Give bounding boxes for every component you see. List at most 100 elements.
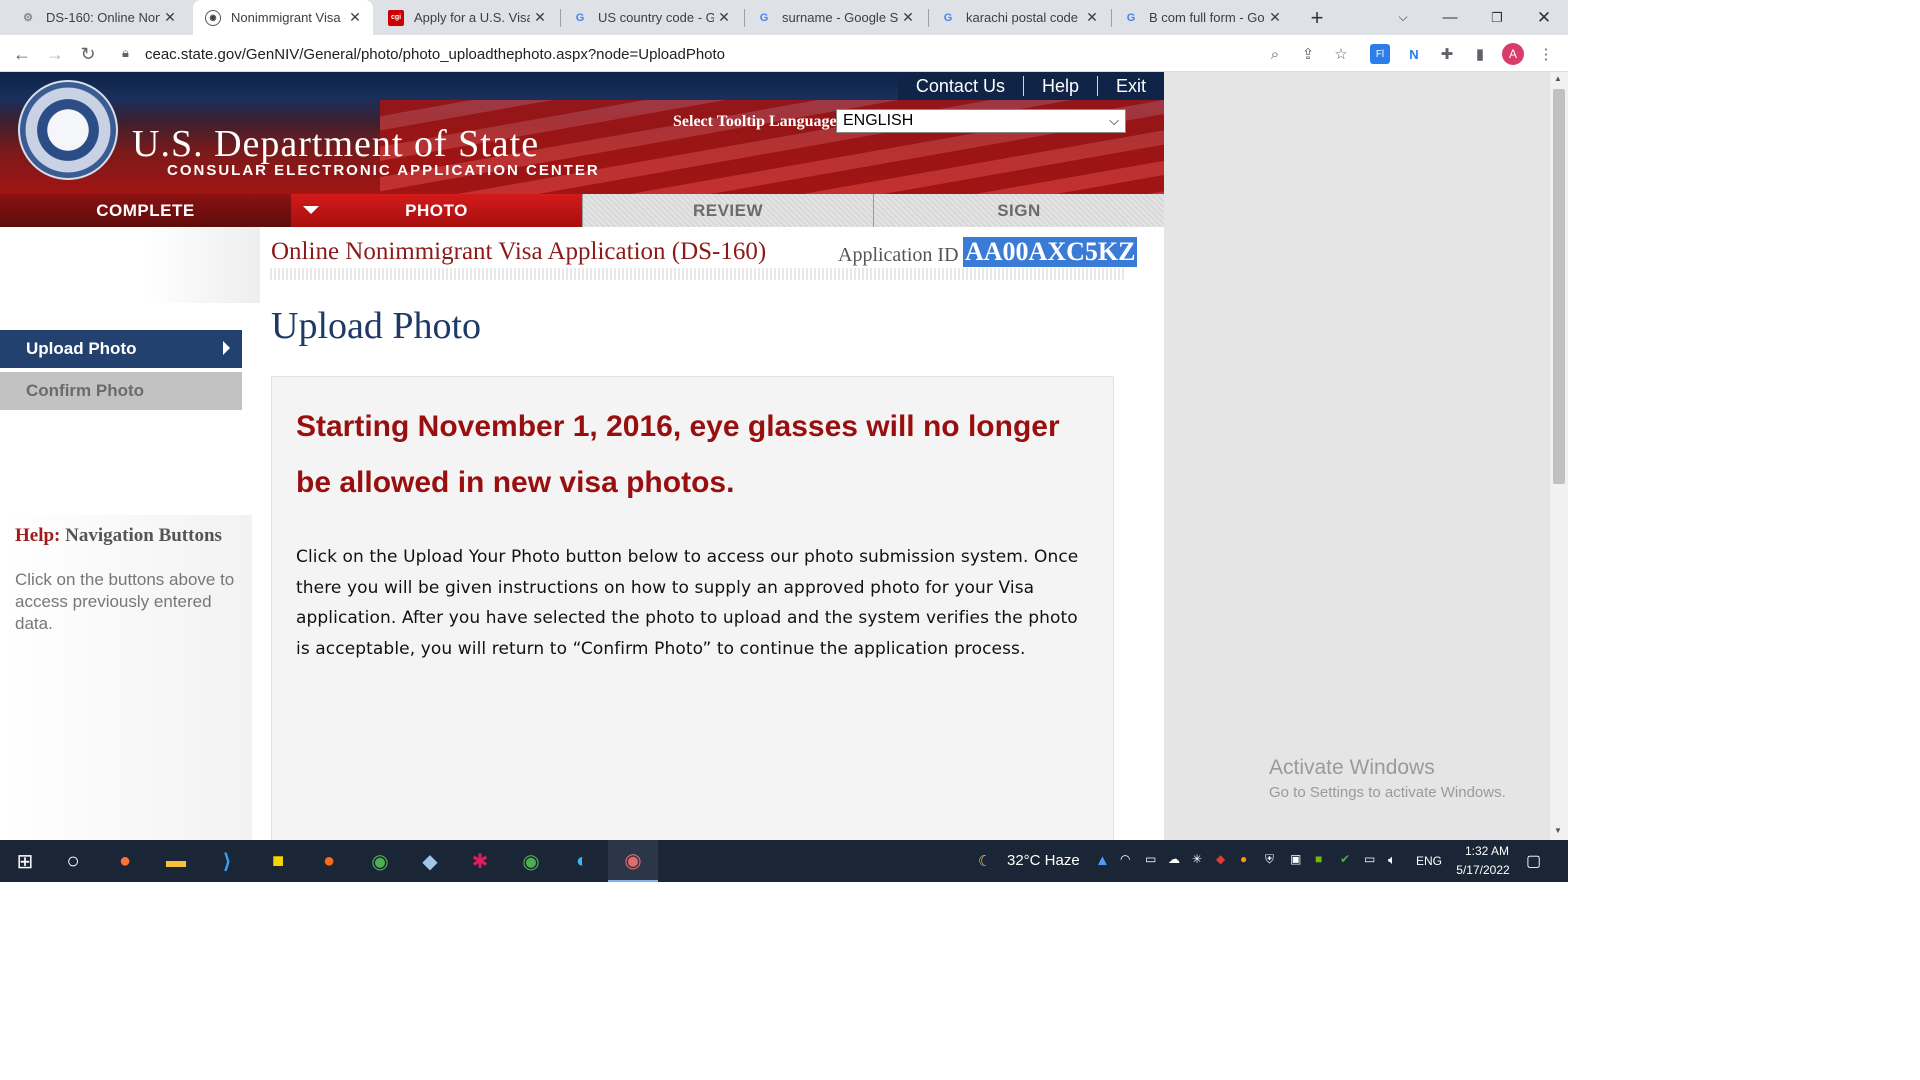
reload-icon[interactable]: ↻ bbox=[75, 41, 101, 67]
browser-tab[interactable]: G US country code - Go ✕ bbox=[562, 0, 742, 35]
site-banner: U.S. Department of State CONSULAR ELECTR… bbox=[0, 72, 1164, 194]
step-complete[interactable]: COMPLETE bbox=[0, 194, 291, 227]
app-tray-icon[interactable]: ✳ bbox=[1192, 852, 1202, 866]
minimize-button[interactable]: — bbox=[1427, 0, 1473, 35]
windows-taskbar: ⊞ ○ ● ▬ ⟩ ■ ● ◉ ◆ ✱ ◉ ◐ ◉ ☾ 32°C Haze ▲ … bbox=[0, 840, 1568, 882]
slack-icon[interactable]: ✱ bbox=[455, 840, 505, 882]
help-topic: Navigation Buttons bbox=[65, 525, 222, 546]
weather-icon: ☾ bbox=[978, 853, 992, 870]
browser-tab[interactable]: ⚙ DS-160: Online Nonim ✕ bbox=[0, 0, 188, 35]
step-label: PHOTO bbox=[405, 200, 468, 220]
tab-search-chevron-icon[interactable]: ⌵ bbox=[1380, 0, 1426, 35]
application-id-label: Application ID bbox=[838, 244, 959, 266]
sidebar-item-confirm-photo[interactable]: Confirm Photo bbox=[0, 372, 242, 410]
extension-fl-icon[interactable]: Fl bbox=[1370, 44, 1390, 64]
zoom-icon[interactable]: ⌕ bbox=[1264, 43, 1286, 65]
app-icon[interactable]: ◆ bbox=[405, 840, 455, 882]
scroll-up-icon[interactable]: ▲ bbox=[1554, 74, 1562, 83]
url-text[interactable]: ceac.state.gov/GenNIV/General/photo/phot… bbox=[145, 46, 725, 63]
tab-title: surname - Google Sea bbox=[782, 10, 898, 25]
notification-icon[interactable]: ▢ bbox=[1526, 851, 1541, 871]
close-tab-icon[interactable]: ✕ bbox=[1082, 9, 1102, 26]
input-language[interactable]: ENG bbox=[1416, 854, 1442, 868]
contact-us-link[interactable]: Contact Us bbox=[898, 76, 1023, 96]
cloud-icon[interactable]: ☁ bbox=[1168, 852, 1180, 866]
progress-steps: COMPLETE PHOTO REVIEW SIGN bbox=[0, 194, 1164, 227]
tooltip-language-value: ENGLISH bbox=[843, 112, 914, 129]
side-panel-icon[interactable]: ▮ bbox=[1469, 43, 1491, 65]
exit-link[interactable]: Exit bbox=[1096, 76, 1164, 96]
help-text: Click on the buttons above to access pre… bbox=[15, 570, 235, 633]
close-tab-icon[interactable]: ✕ bbox=[1265, 9, 1285, 26]
close-tab-icon[interactable]: ✕ bbox=[345, 9, 365, 26]
sidebar-item-upload-photo[interactable]: Upload Photo bbox=[0, 330, 242, 368]
seal-icon: ◉ bbox=[205, 9, 221, 26]
clock-date[interactable]: 5/17/2022 bbox=[1452, 863, 1514, 877]
sublime-icon[interactable]: ● bbox=[304, 840, 354, 882]
chrome-profile-icon[interactable]: ◉ bbox=[506, 840, 556, 882]
clock-time[interactable]: 1:32 AM bbox=[1456, 844, 1518, 858]
shield-icon[interactable]: ⛨ bbox=[1265, 852, 1274, 867]
device-icon[interactable]: ▭ bbox=[1145, 852, 1156, 866]
browser-tab[interactable]: G surname - Google Sea ✕ bbox=[746, 0, 926, 35]
display-icon[interactable]: ▣ bbox=[1290, 852, 1301, 866]
extension-n-icon[interactable]: N bbox=[1403, 43, 1425, 65]
avast-icon[interactable]: ● bbox=[1240, 852, 1247, 866]
close-tab-icon[interactable]: ✕ bbox=[898, 9, 918, 26]
chrome-active-icon[interactable]: ◉ bbox=[608, 840, 658, 882]
browser-tab-strip: ⚙ DS-160: Online Nonim ✕ ◉ Nonimmigrant … bbox=[0, 0, 1568, 35]
close-tab-icon[interactable]: ✕ bbox=[530, 9, 550, 26]
check-icon[interactable]: ✔ bbox=[1340, 852, 1350, 866]
close-tab-icon[interactable]: ✕ bbox=[714, 9, 734, 26]
sidebar-item-label: Confirm Photo bbox=[26, 381, 145, 400]
edge-icon[interactable]: ◐ bbox=[557, 840, 607, 882]
browser-tab[interactable]: G B com full form - Goo ✕ bbox=[1113, 0, 1293, 35]
weather-text[interactable]: 32°C Haze bbox=[1007, 852, 1080, 869]
close-window-button[interactable]: ✕ bbox=[1521, 0, 1567, 35]
battery-icon[interactable]: ▭ bbox=[1364, 852, 1375, 866]
tooltip-language-select[interactable]: ENGLISH ⌵ bbox=[836, 109, 1126, 133]
cgi-icon: cgi bbox=[388, 9, 404, 26]
help-title: Help: Navigation Buttons bbox=[15, 525, 222, 547]
browser-tab[interactable]: cgi Apply for a U.S. Visa | ✕ bbox=[378, 0, 558, 35]
share-icon[interactable]: ⇪ bbox=[1297, 43, 1319, 65]
search-circle-icon[interactable]: ○ bbox=[48, 840, 98, 882]
security-tray-icon[interactable]: ◆ bbox=[1216, 852, 1225, 866]
step-photo[interactable]: PHOTO bbox=[291, 194, 582, 227]
tab-divider bbox=[744, 9, 745, 27]
extensions-puzzle-icon[interactable]: ✚ bbox=[1436, 43, 1458, 65]
profile-avatar[interactable]: A bbox=[1502, 43, 1524, 65]
sticky-notes-icon[interactable]: ■ bbox=[253, 840, 303, 882]
drive-icon[interactable]: ▲ bbox=[1095, 852, 1110, 869]
scrollbar-thumb[interactable] bbox=[1553, 89, 1565, 484]
browser-tab[interactable]: G karachi postal code - ✕ bbox=[930, 0, 1110, 35]
restore-button[interactable]: ❐ bbox=[1474, 0, 1520, 35]
close-tab-icon[interactable]: ✕ bbox=[160, 9, 180, 26]
file-explorer-icon[interactable]: ▬ bbox=[151, 840, 201, 882]
vscode-icon[interactable]: ⟩ bbox=[202, 840, 252, 882]
menu-dots-icon[interactable]: ⋮ bbox=[1535, 43, 1557, 65]
google-icon: G bbox=[943, 11, 953, 24]
chrome-icon[interactable]: ◉ bbox=[355, 840, 405, 882]
tab-title: Apply for a U.S. Visa | bbox=[414, 10, 530, 25]
bookmark-star-icon[interactable]: ☆ bbox=[1330, 43, 1352, 65]
address-bar[interactable]: 🔒︎ ceac.state.gov/GenNIV/General/photo/p… bbox=[110, 39, 1355, 69]
help-link[interactable]: Help bbox=[1022, 76, 1097, 96]
scroll-down-icon[interactable]: ▼ bbox=[1554, 826, 1562, 835]
tab-divider bbox=[560, 9, 561, 27]
tab-divider bbox=[928, 9, 929, 27]
firefox-icon[interactable]: ● bbox=[100, 840, 150, 882]
lock-icon[interactable]: 🔒︎ bbox=[122, 45, 129, 61]
application-id-value[interactable]: AA00AXC5KZ bbox=[963, 237, 1138, 267]
nvidia-icon[interactable]: ■ bbox=[1315, 852, 1322, 866]
forward-arrow-icon[interactable]: → bbox=[42, 41, 68, 67]
browser-tab-active[interactable]: ◉ Nonimmigrant Visa - ✕ bbox=[193, 0, 373, 35]
back-arrow-icon[interactable]: ← bbox=[9, 41, 35, 67]
new-tab-button[interactable]: + bbox=[1294, 0, 1340, 35]
volume-icon[interactable]: 🔈︎ bbox=[1388, 852, 1396, 868]
windows-start-icon[interactable]: ⊞ bbox=[0, 840, 50, 882]
top-nav: Contact Us Help Exit bbox=[897, 72, 1164, 100]
network-icon[interactable]: ◠ bbox=[1120, 852, 1130, 866]
google-icon: G bbox=[575, 11, 585, 24]
step-review: REVIEW bbox=[582, 194, 873, 227]
